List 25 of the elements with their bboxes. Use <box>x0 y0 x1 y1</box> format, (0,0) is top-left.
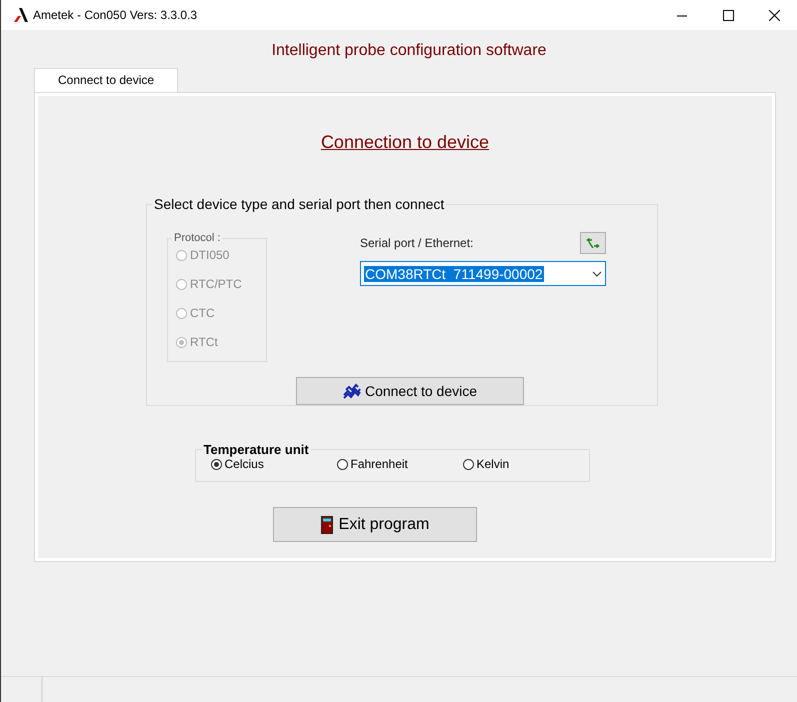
radio-option[interactable]: Kelvin <box>462 457 588 471</box>
connect-button[interactable]: Connect to device <box>296 377 524 405</box>
panel-title: Connection to device <box>320 132 490 154</box>
port-dropdown[interactable]: COM38RTCt 711499-00002 <box>360 261 606 286</box>
exit-button[interactable]: Exit program <box>273 507 477 542</box>
radio-option[interactable]: Celcius <box>210 457 336 471</box>
app-heading: Intelligent probe configuration software <box>270 42 548 61</box>
port-label: Serial port / Ethernet: <box>360 236 474 250</box>
chevron-down-icon <box>592 270 602 276</box>
refresh-arrows-icon <box>586 238 600 248</box>
app-logo-icon <box>13 7 29 23</box>
radio-button[interactable] <box>210 458 222 470</box>
maximize-icon <box>722 10 734 20</box>
group-legend: Protocol : <box>172 232 222 244</box>
close-icon <box>768 10 780 20</box>
radio-button[interactable] <box>336 458 348 470</box>
tab[interactable]: Connect to device <box>34 68 178 93</box>
group-legend: Temperature unit <box>202 442 311 457</box>
waves-icon <box>342 383 361 399</box>
refresh-button[interactable] <box>580 232 606 254</box>
group-legend: Select device type and serial port then connect <box>152 196 446 212</box>
radio-button[interactable] <box>462 458 474 470</box>
window-title: Ametek - Con050 Vers: 3.3.0.3 <box>33 8 198 22</box>
door-icon <box>320 516 333 534</box>
radio-option[interactable]: Fahrenheit <box>336 457 462 471</box>
